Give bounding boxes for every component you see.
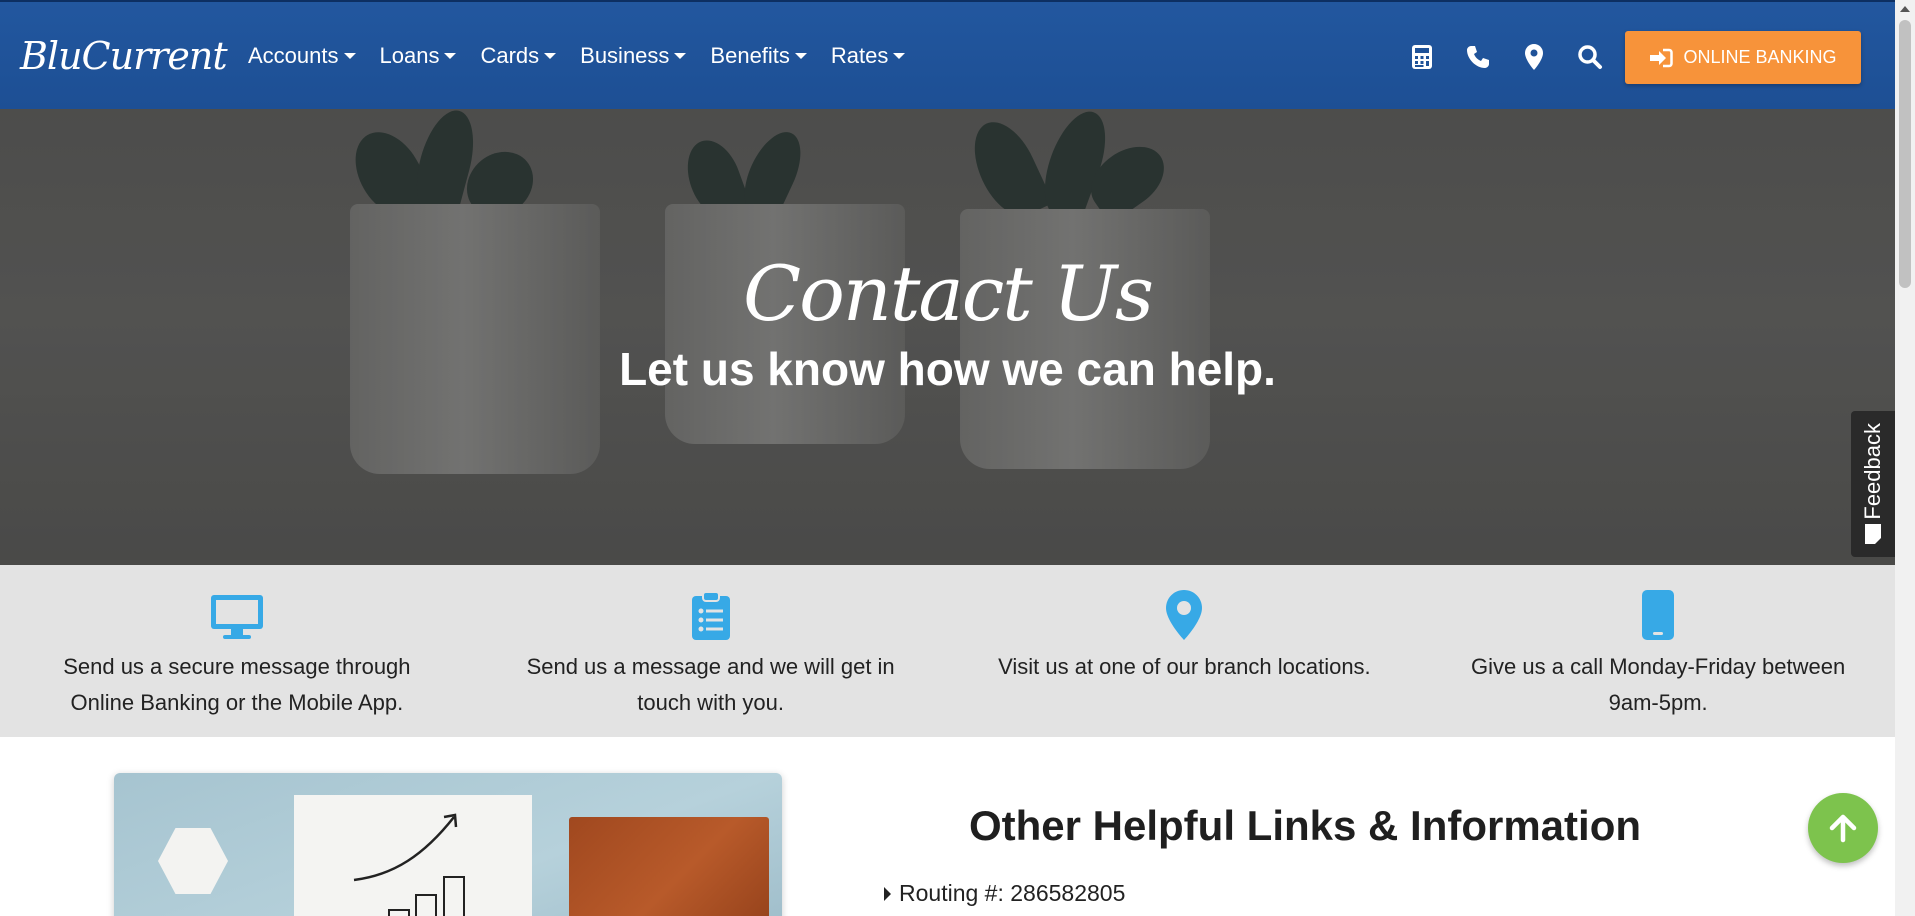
- feedback-note-icon: [1865, 524, 1881, 545]
- map-marker-icon: [1165, 589, 1203, 641]
- main-menu: Accounts Loans Cards Business Benefits R…: [248, 43, 929, 69]
- contact-option-branch[interactable]: Visit us at one of our branch locations.: [948, 565, 1422, 737]
- menu-accounts-label: Accounts: [248, 42, 339, 68]
- menu-loans[interactable]: Loans: [380, 43, 457, 69]
- caret-down-icon: [343, 52, 356, 59]
- arrow-up-icon: [1829, 814, 1857, 843]
- feedback-label: Feedback: [1860, 422, 1885, 520]
- menu-cards[interactable]: Cards: [480, 42, 557, 69]
- caret-down-icon: [794, 52, 807, 59]
- menu-benefits-label: Benefits: [710, 42, 790, 68]
- scrollbar-thumb[interactable]: [1899, 20, 1911, 288]
- contact-options: Send us a secure message through Online …: [0, 565, 1895, 737]
- back-to-top-button[interactable]: [1808, 793, 1878, 863]
- top-navbar: BluCurrent Accounts Loans Cards Business…: [0, 0, 1895, 109]
- contact-option-call[interactable]: Give us a call Monday-Friday between 9am…: [1421, 565, 1895, 737]
- menu-benefits[interactable]: Benefits: [710, 43, 807, 69]
- map-marker-icon[interactable]: [1519, 42, 1549, 72]
- contact-option-text: Give us a call Monday-Friday between 9am…: [1471, 654, 1846, 715]
- clipboard-list-icon: [691, 589, 731, 641]
- online-banking-label: ONLINE BANKING: [1683, 47, 1837, 67]
- info-image: [114, 773, 782, 916]
- page-scrollbar[interactable]: [1895, 0, 1915, 916]
- sign-in-icon: [1650, 48, 1674, 67]
- menu-business[interactable]: Business: [580, 42, 687, 69]
- brand-logo[interactable]: BluCurrent: [20, 34, 230, 78]
- contact-option-secure-message[interactable]: Send us a secure message through Online …: [0, 565, 474, 737]
- menu-business-label: Business: [580, 42, 670, 68]
- mobile-phone-icon: [1641, 589, 1675, 641]
- contact-option-text: Send us a message and we will get in tou…: [526, 654, 895, 715]
- feedback-tab[interactable]: Feedback: [1851, 411, 1895, 557]
- routing-number-label: Routing #: 286582805: [899, 880, 1126, 906]
- menu-loans-label: Loans: [379, 42, 440, 68]
- routing-number-item[interactable]: Routing #: 286582805: [884, 880, 1125, 907]
- page: BluCurrent Accounts Loans Cards Business…: [0, 0, 1915, 916]
- calculator-icon[interactable]: [1407, 42, 1437, 72]
- scroll-up-icon[interactable]: [1900, 6, 1910, 12]
- contact-option-message-form[interactable]: Send us a message and we will get in tou…: [474, 565, 948, 737]
- contact-option-text: Send us a secure message through Online …: [63, 654, 411, 715]
- search-icon[interactable]: [1575, 42, 1605, 72]
- menu-rates-label: Rates: [830, 42, 889, 68]
- caret-down-icon: [444, 52, 457, 59]
- caret-down-icon: [674, 52, 687, 59]
- desktop-icon: [209, 589, 265, 641]
- caret-right-icon: [884, 886, 891, 901]
- menu-accounts[interactable]: Accounts: [248, 43, 356, 69]
- nav-icon-group: [1407, 2, 1605, 111]
- menu-cards-label: Cards: [480, 42, 540, 68]
- caret-down-icon: [893, 52, 906, 59]
- page-title: Contact Us: [742, 249, 1154, 338]
- menu-rates[interactable]: Rates: [830, 42, 906, 69]
- page-subtitle: Let us know how we can help.: [619, 343, 1276, 395]
- succulent-decor: [158, 828, 228, 894]
- online-banking-button[interactable]: ONLINE BANKING: [1625, 31, 1861, 84]
- notebook-decor: [569, 817, 769, 916]
- caret-down-icon: [544, 52, 557, 59]
- contact-option-text: Visit us at one of our branch locations.: [998, 654, 1371, 679]
- section-title: Other Helpful Links & Information: [968, 802, 1642, 849]
- phone-icon[interactable]: [1463, 42, 1493, 72]
- viewport: BluCurrent Accounts Loans Cards Business…: [0, 0, 1895, 916]
- chart-paper-decor: [294, 795, 532, 916]
- hero-banner: Contact Us Let us know how we can help.: [0, 109, 1895, 565]
